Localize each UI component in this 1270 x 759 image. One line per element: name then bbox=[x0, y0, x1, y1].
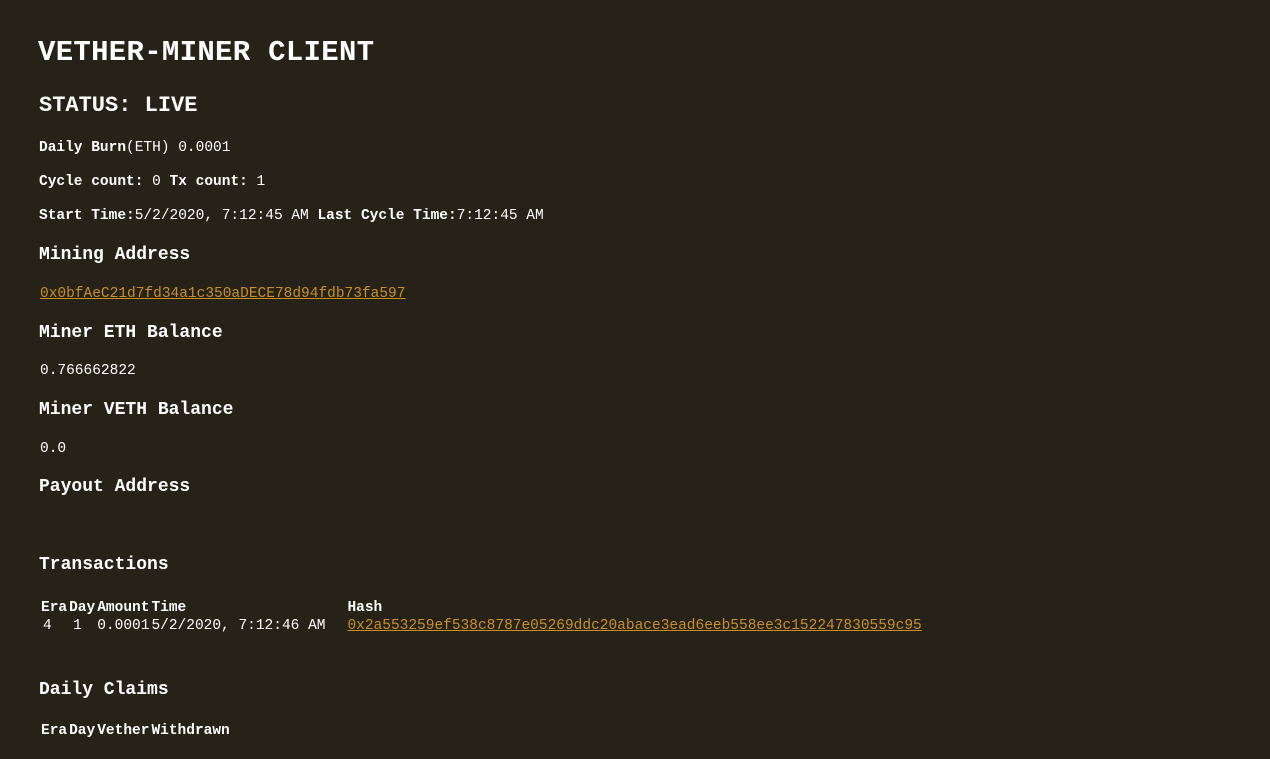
times-line: Start Time:5/2/2020, 7:12:45 AM Last Cyc… bbox=[39, 208, 544, 224]
col-hash: Hash bbox=[347, 600, 383, 616]
eth-balance-heading: Miner ETH Balance bbox=[39, 323, 223, 343]
tx-count-value: 1 bbox=[247, 174, 266, 190]
start-time-value: 5/2/2020, 7:12:45 AM bbox=[134, 208, 318, 224]
tx-amount: 0.0001 bbox=[97, 618, 150, 634]
cycle-count-value: 0 bbox=[143, 174, 170, 190]
mining-address-row: 0x0bfAeC21d7fd34a1c350aDECE78d94fdb73fa5… bbox=[40, 286, 405, 302]
tx-count-label: Tx count: bbox=[169, 174, 248, 190]
table-row: 4 1 0.0001 5/2/2020, 7:12:46 AM 0x2a5532… bbox=[41, 618, 922, 634]
daily-burn-unit: (ETH) bbox=[126, 140, 170, 156]
claims-col-day: Day bbox=[69, 723, 96, 739]
daily-claims-header-row: Era Day Vether Withdrawn bbox=[41, 723, 230, 739]
daily-burn-label: Daily Burn bbox=[39, 140, 127, 156]
mining-address-link[interactable]: 0x0bfAeC21d7fd34a1c350aDECE78d94fdb73fa5… bbox=[40, 286, 405, 302]
start-time-label: Start Time: bbox=[39, 208, 135, 224]
tx-time: 5/2/2020, 7:12:46 AM bbox=[151, 618, 326, 634]
col-time: Time bbox=[151, 600, 187, 616]
daily-claims-heading: Daily Claims bbox=[39, 680, 169, 700]
transactions-table: Era Day Amount Time Hash 4 1 0.0001 5/2/… bbox=[39, 598, 924, 636]
eth-balance-value: 0.766662822 bbox=[40, 363, 136, 379]
last-cycle-time-value: 7:12:45 AM bbox=[456, 208, 544, 224]
status-heading: STATUS: LIVE bbox=[39, 93, 198, 118]
mining-address-heading: Mining Address bbox=[39, 245, 191, 265]
col-amount: Amount bbox=[97, 600, 150, 616]
daily-burn-line: Daily Burn(ETH) 0.0001 bbox=[39, 140, 230, 156]
veth-balance-heading: Miner VETH Balance bbox=[39, 400, 234, 420]
transactions-header-row: Era Day Amount Time Hash bbox=[41, 600, 922, 616]
daily-claims-table: Era Day Vether Withdrawn bbox=[39, 721, 232, 741]
payout-address-heading: Payout Address bbox=[39, 477, 191, 497]
veth-balance-value: 0.0 bbox=[40, 441, 67, 457]
claims-col-vether: Vether bbox=[97, 723, 150, 739]
app-title: VETHER-MINER CLIENT bbox=[38, 36, 375, 69]
cycle-count-label: Cycle count: bbox=[39, 174, 144, 190]
daily-burn-value: 0.0001 bbox=[169, 140, 231, 156]
transactions-heading: Transactions bbox=[39, 555, 169, 575]
tx-day: 1 bbox=[73, 618, 82, 634]
tx-era: 4 bbox=[43, 618, 52, 634]
col-day: Day bbox=[69, 600, 96, 616]
tx-hash-cell: 0x2a553259ef538c8787e05269ddc20abace3ead… bbox=[347, 618, 921, 634]
last-cycle-time-label: Last Cycle Time: bbox=[317, 208, 457, 224]
claims-col-era: Era bbox=[41, 723, 68, 739]
page: VETHER-MINER CLIENT STATUS: LIVE Daily B… bbox=[0, 0, 1270, 759]
counts-line: Cycle count: 0 Tx count: 1 bbox=[39, 174, 265, 190]
claims-col-withdrawn: Withdrawn bbox=[151, 723, 230, 739]
col-era: Era bbox=[41, 600, 68, 616]
tx-hash-link[interactable]: 0x2a553259ef538c8787e05269ddc20abace3ead… bbox=[347, 618, 921, 634]
